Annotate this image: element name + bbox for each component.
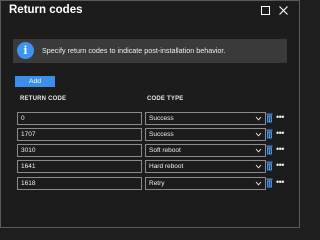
chevron-down-icon — [255, 148, 262, 153]
code-type-value: Success — [149, 115, 174, 122]
code-type-header: CODE TYPE — [147, 96, 184, 102]
close-icon[interactable] — [277, 4, 289, 16]
code-type-select[interactable]: Retry — [145, 177, 266, 190]
table-row: 1641 Hard reboot ••• — [1, 160, 299, 173]
return-code-header: RETURN CODE — [20, 96, 67, 102]
trash-icon[interactable] — [266, 178, 273, 188]
more-options-button[interactable]: ••• — [276, 144, 284, 155]
trash-icon[interactable] — [266, 161, 273, 171]
return-code-input[interactable]: 3010 — [17, 144, 142, 157]
code-type-select[interactable]: Success — [145, 112, 266, 125]
chevron-down-icon — [255, 132, 262, 137]
table-row: 3010 Soft reboot ••• — [1, 144, 299, 157]
return-code-input[interactable]: 1618 — [17, 177, 142, 190]
table-row: 1707 Success ••• — [1, 128, 299, 141]
chevron-down-icon — [255, 164, 262, 169]
code-type-value: Retry — [149, 180, 165, 187]
return-code-input[interactable]: 1707 — [17, 128, 142, 141]
dialog-title: Return codes — [9, 4, 83, 16]
trash-icon[interactable] — [266, 145, 273, 155]
more-options-button[interactable]: ••• — [276, 177, 284, 188]
trash-icon[interactable] — [266, 113, 273, 123]
more-options-button[interactable]: ••• — [276, 112, 284, 123]
info-banner: i Specify return codes to indicate post-… — [13, 39, 287, 63]
add-button[interactable]: Add — [15, 76, 55, 87]
info-text: Specify return codes to indicate post-in… — [42, 46, 226, 55]
more-options-button[interactable]: ••• — [276, 128, 284, 139]
code-type-value: Hard reboot — [149, 163, 184, 170]
info-icon: i — [17, 42, 34, 59]
chevron-down-icon — [255, 181, 262, 186]
maximize-icon[interactable] — [259, 4, 271, 16]
code-type-select[interactable]: Soft reboot — [145, 144, 266, 157]
table-row: 0 Success ••• — [1, 112, 299, 125]
code-type-value: Success — [149, 131, 174, 138]
title-bar: Return codes — [1, 1, 299, 19]
table-row: 1618 Retry ••• — [1, 177, 299, 190]
return-codes-dialog: Return codes i Specify return codes to i… — [0, 0, 300, 228]
return-code-input[interactable]: 1641 — [17, 160, 142, 173]
return-code-input[interactable]: 0 — [17, 112, 142, 125]
code-type-select[interactable]: Hard reboot — [145, 160, 266, 173]
code-type-select[interactable]: Success — [145, 128, 266, 141]
more-options-button[interactable]: ••• — [276, 160, 284, 171]
chevron-down-icon — [255, 116, 262, 121]
code-type-value: Soft reboot — [149, 147, 181, 154]
trash-icon[interactable] — [266, 129, 273, 139]
